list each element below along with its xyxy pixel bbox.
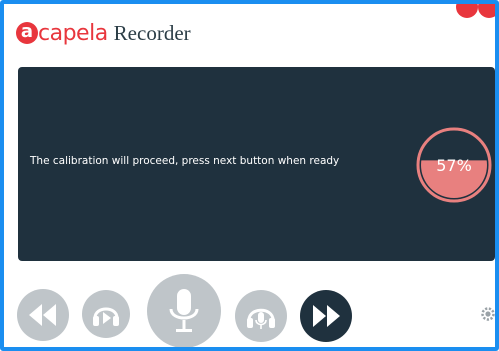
headphones-play-icon	[93, 307, 119, 326]
next-button[interactable]	[300, 290, 352, 342]
record-button[interactable]	[147, 274, 221, 347]
calibration-message: The calibration will proceed, press next…	[30, 155, 340, 167]
rewind-button[interactable]	[17, 289, 69, 341]
app-logo: a capela Recorder	[16, 18, 191, 48]
header: a capela Recorder	[4, 4, 495, 60]
app-window: a capela Recorder The calibration will p…	[0, 0, 499, 351]
fast-forward-icon	[313, 305, 340, 327]
microphone-icon	[169, 289, 199, 332]
gear-icon	[481, 307, 495, 321]
progress-indicator: 57%	[414, 125, 494, 205]
calibration-panel: The calibration will proceed, press next…	[18, 67, 495, 261]
logo-text: capela	[38, 20, 108, 46]
headphones-mic-icon	[247, 308, 275, 329]
product-name: Recorder	[113, 20, 191, 45]
progress-label: 57%	[436, 156, 472, 175]
rewind-icon	[29, 304, 56, 326]
settings-button[interactable]	[480, 306, 495, 322]
close-button[interactable]	[478, 4, 495, 18]
logo-mark: a	[16, 22, 38, 44]
play-recording-button[interactable]	[235, 290, 287, 342]
minimize-button[interactable]	[456, 4, 478, 18]
play-back-button[interactable]	[82, 290, 130, 338]
control-bar	[4, 261, 495, 347]
progress-ring-icon: 57%	[416, 127, 492, 203]
